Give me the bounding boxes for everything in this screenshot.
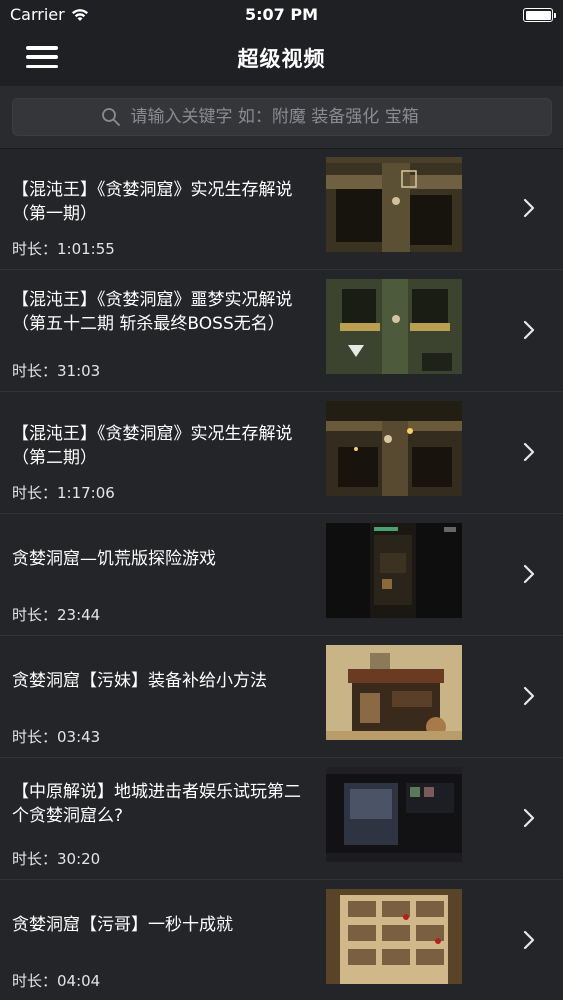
list-item[interactable]: 【中原解说】地城进击者娱乐试玩第二个贪婪洞窟么? 时长：30:20: [0, 758, 563, 880]
status-bar: Carrier 5:07 PM: [0, 0, 563, 30]
chevron-right-icon: [523, 198, 535, 218]
list-item[interactable]: 贪婪洞窟【污妹】装备补给小方法 时长：03:43: [0, 636, 563, 758]
video-thumbnail: [326, 157, 462, 252]
video-list: 【混沌王】《贪婪洞窟》实况生存解说（第一期） 时长：1:01:55 【混沌王】《…: [0, 148, 563, 1000]
menu-icon-line: [26, 64, 58, 68]
video-duration: 时长：1:01:55: [12, 240, 115, 258]
video-duration: 时长：31:03: [12, 362, 101, 380]
list-item[interactable]: 【混沌王】《贪婪洞窟》实况生存解说（第二期） 时长：1:17:06: [0, 392, 563, 514]
page-title: 超级视频: [237, 47, 326, 71]
menu-button[interactable]: [26, 43, 58, 71]
search-icon: [101, 108, 120, 126]
video-duration: 时长：03:43: [12, 728, 101, 746]
chevron-right-icon: [523, 930, 535, 950]
nav-bar: 超级视频: [0, 30, 563, 86]
video-title: 贪婪洞窟—饥荒版探险游戏: [12, 549, 216, 569]
battery-icon: [523, 8, 556, 22]
video-title: 贪婪洞窟【污妹】装备补给小方法: [12, 671, 267, 691]
chevron-right-icon: [523, 442, 535, 462]
video-duration: 时长：23:44: [12, 606, 101, 624]
list-item[interactable]: 贪婪洞窟【污哥】一秒十成就 时长：04:04: [0, 880, 563, 1000]
chevron-right-icon: [523, 564, 535, 584]
video-duration: 时长：30:20: [12, 850, 101, 868]
search-box[interactable]: [11, 98, 552, 136]
video-title: 贪婪洞窟【污哥】一秒十成就: [12, 915, 233, 935]
list-item[interactable]: 贪婪洞窟—饥荒版探险游戏 时长：23:44: [0, 514, 563, 636]
video-duration: 时长：1:17:06: [12, 484, 115, 502]
app: Carrier 5:07 PM 超级视频 请输入关键字 如：附魔 装备强化 宝箱…: [0, 0, 563, 1000]
status-time: 5:07 PM: [244, 5, 318, 24]
video-thumbnail: [326, 401, 462, 496]
video-thumbnail: [326, 523, 462, 618]
search-input[interactable]: [128, 106, 463, 128]
video-title: 【中原解说】地城进击者娱乐试玩第二个贪婪洞窟么?: [12, 782, 301, 826]
video-title: 【混沌王】《贪婪洞窟》实况生存解说（第一期）: [12, 180, 293, 224]
video-thumbnail: [326, 279, 462, 374]
video-duration: 时长：04:04: [12, 972, 101, 990]
chevron-right-icon: [523, 808, 535, 828]
video-thumbnail: [326, 767, 462, 862]
video-thumbnail: [326, 889, 462, 984]
video-title: 【混沌王】《贪婪洞窟》噩梦实况解说（第五十二期 斩杀最终BOSS无名）: [12, 290, 293, 334]
menu-icon-line: [26, 46, 58, 50]
chevron-right-icon: [523, 320, 535, 340]
search-bar: [0, 86, 563, 149]
chevron-right-icon: [523, 686, 535, 706]
battery-fill: [525, 10, 551, 20]
video-thumbnail: [326, 645, 462, 740]
menu-icon-line: [26, 55, 58, 59]
list-item[interactable]: 【混沌王】《贪婪洞窟》噩梦实况解说（第五十二期 斩杀最终BOSS无名） 时长：3…: [0, 270, 563, 392]
list-item[interactable]: 【混沌王】《贪婪洞窟》实况生存解说（第一期） 时长：1:01:55: [0, 148, 563, 270]
video-title: 【混沌王】《贪婪洞窟》实况生存解说（第二期）: [12, 424, 293, 468]
